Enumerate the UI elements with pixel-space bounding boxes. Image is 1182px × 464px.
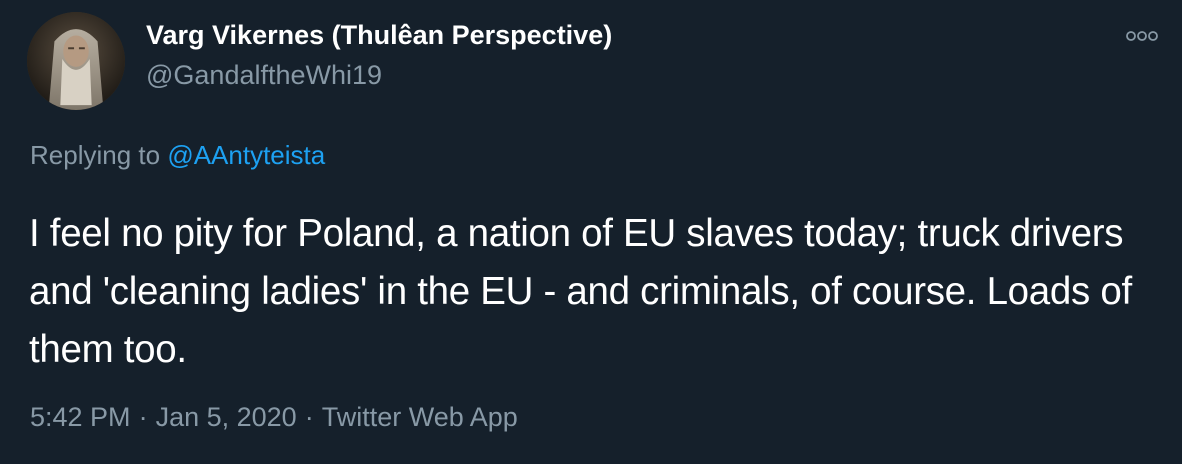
author-handle[interactable]: @GandalftheWhi19 bbox=[146, 60, 382, 91]
avatar[interactable] bbox=[27, 12, 125, 110]
meta-separator: · bbox=[304, 402, 314, 432]
tweet-meta: 5:42 PM · Jan 5, 2020 · Twitter Web App bbox=[30, 402, 518, 433]
meta-separator: · bbox=[138, 402, 148, 432]
more-options-button[interactable] bbox=[1120, 22, 1164, 50]
tweet-date-link[interactable]: Jan 5, 2020 bbox=[156, 402, 297, 432]
tweet-card: Varg Vikernes (Thulêan Perspective) @Gan… bbox=[0, 0, 1182, 464]
replying-to: Replying to @AAntyteista bbox=[30, 140, 325, 171]
tweet-text: I feel no pity for Poland, a nation of E… bbox=[29, 212, 1132, 371]
more-horizontal-icon bbox=[1126, 31, 1158, 41]
author-display-name[interactable]: Varg Vikernes (Thulêan Perspective) bbox=[146, 20, 612, 51]
reply-target-link[interactable]: @AAntyteista bbox=[167, 140, 325, 170]
tweet-source-link[interactable]: Twitter Web App bbox=[322, 402, 518, 432]
replying-to-label: Replying to bbox=[30, 140, 168, 170]
tweet-time-link[interactable]: 5:42 PM bbox=[30, 402, 131, 432]
profile-photo-icon bbox=[27, 12, 125, 110]
